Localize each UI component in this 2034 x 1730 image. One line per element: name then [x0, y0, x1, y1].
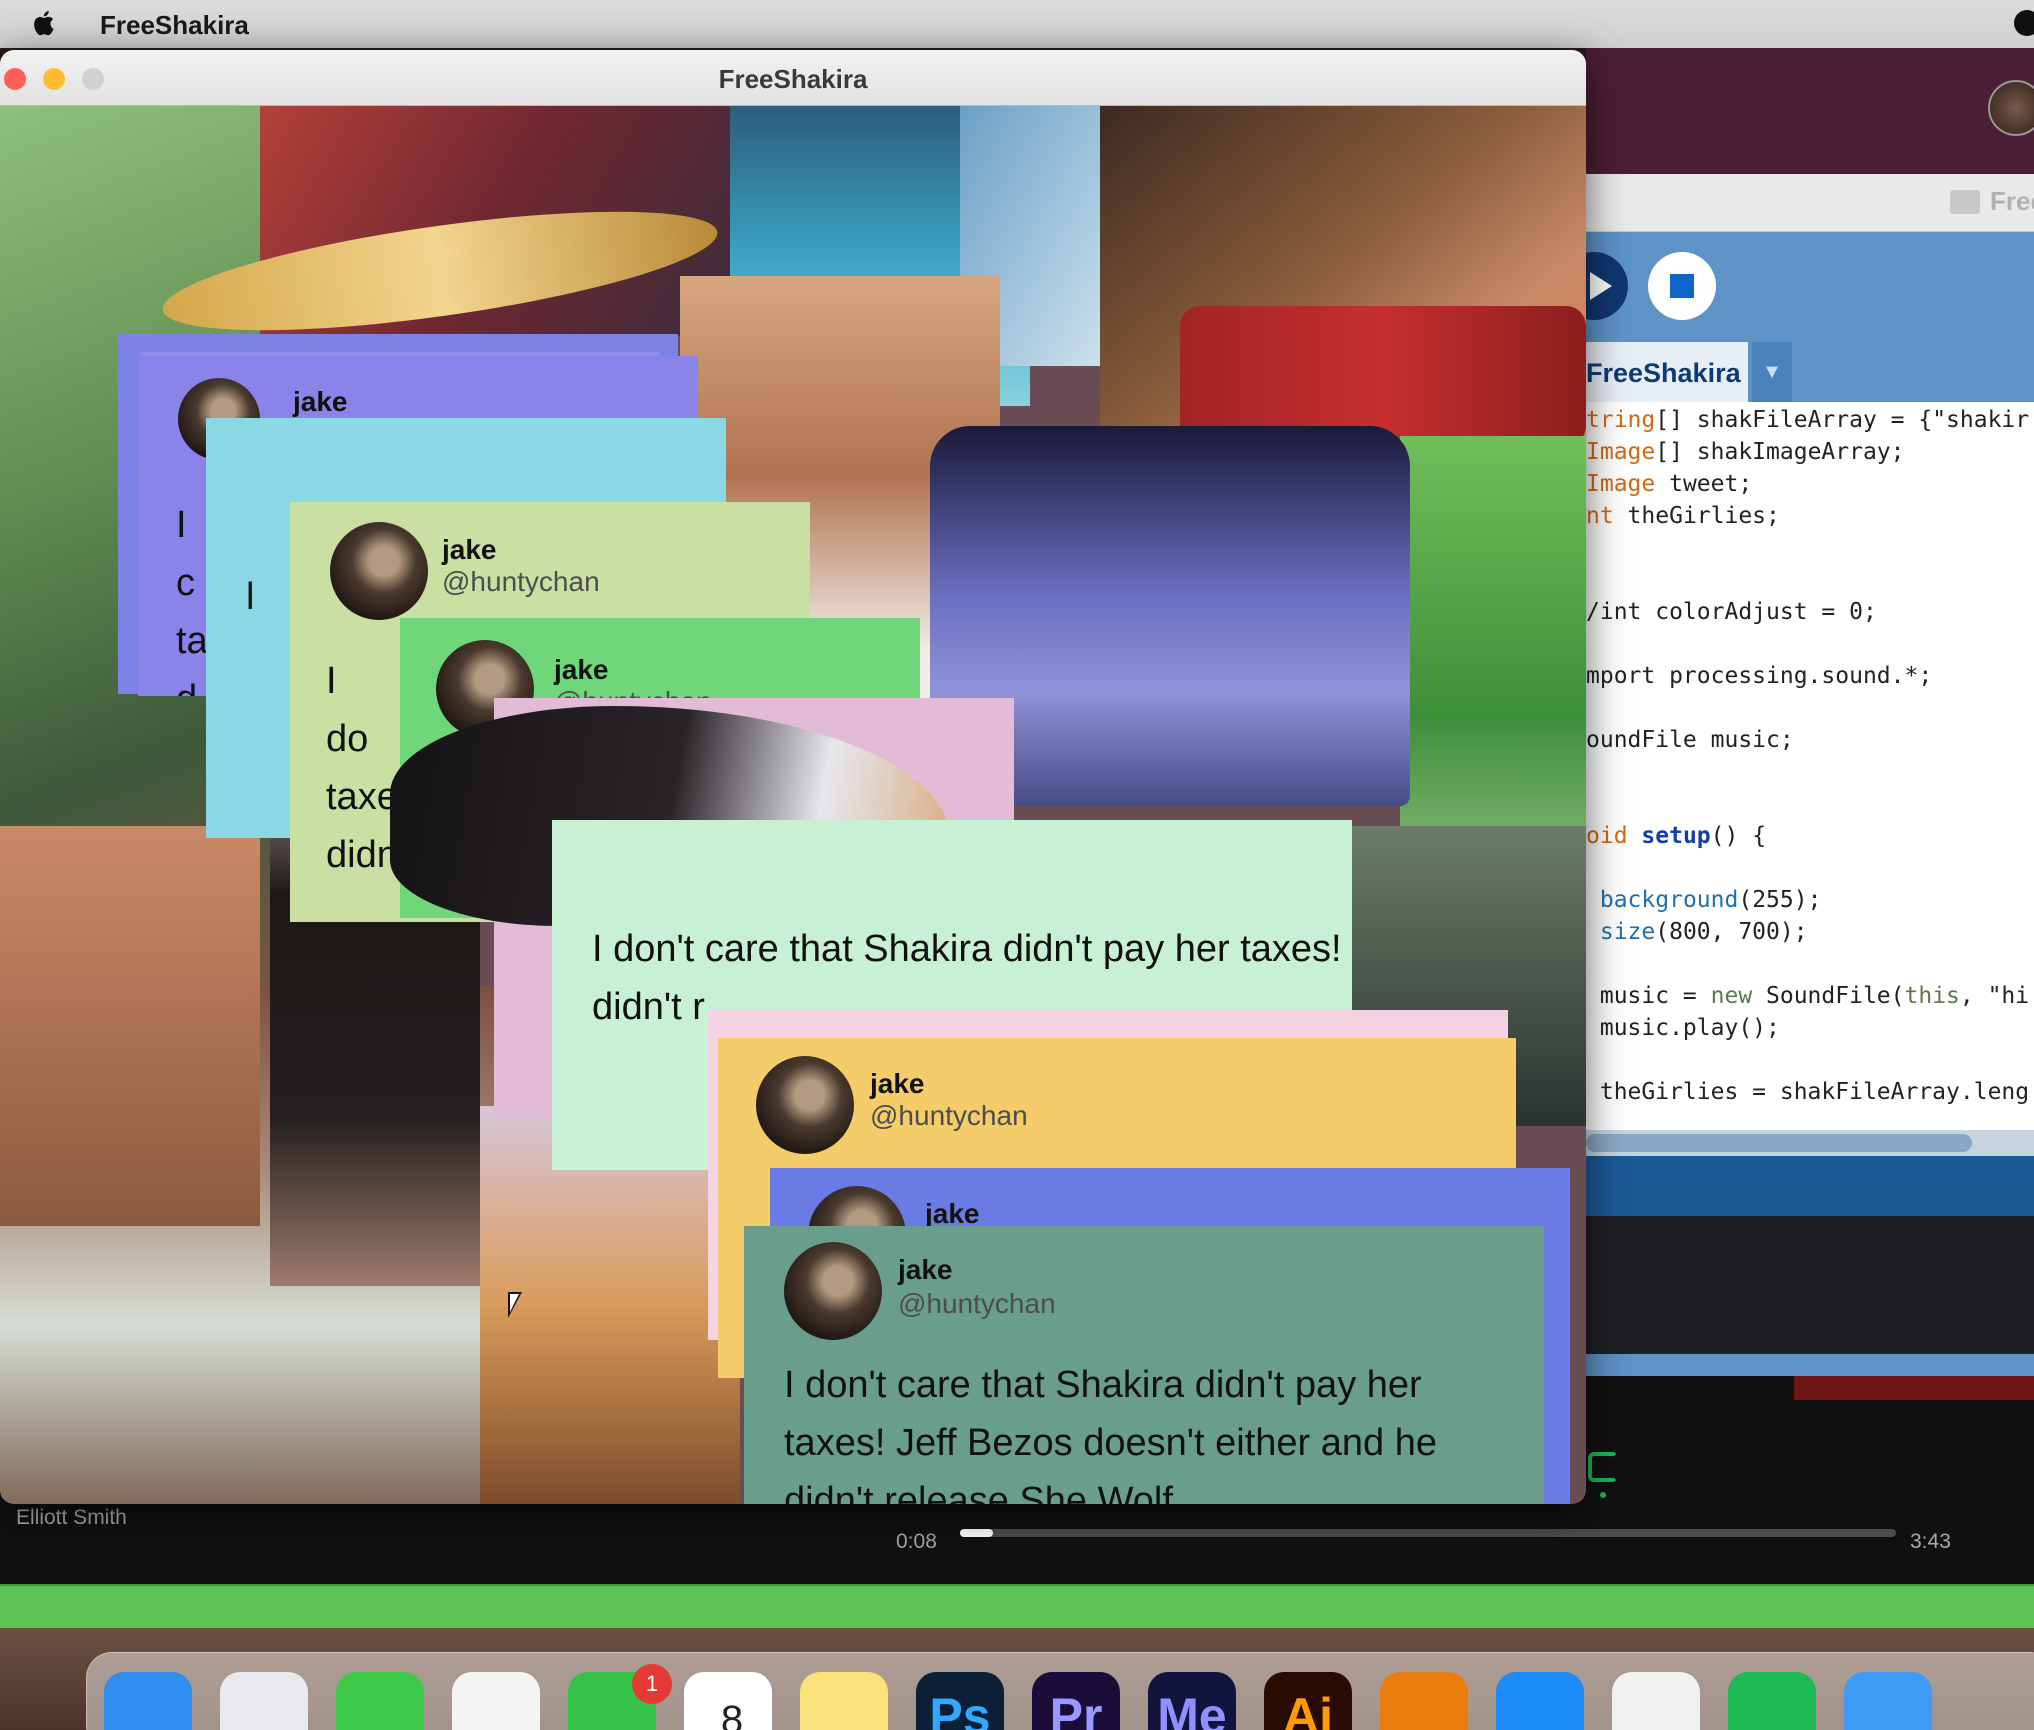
code-text[interactable]: tring[] shakFileArray = {"shakir Image[]… — [1586, 404, 2029, 1108]
dock-media-encoder-icon[interactable]: Me — [1148, 1672, 1236, 1730]
progress-fill — [960, 1529, 993, 1537]
stop-button[interactable] — [1648, 252, 1716, 320]
dock-illustrator-icon[interactable]: Ai — [1264, 1672, 1352, 1730]
repeat-active-dot — [1600, 1492, 1606, 1498]
apple-menu-icon[interactable] — [30, 8, 60, 38]
repeat-icon[interactable] — [1588, 1452, 1618, 1482]
dock-photoshop-icon[interactable]: Ps — [916, 1672, 1004, 1730]
status-icon[interactable] — [2014, 10, 2034, 36]
tweet-author-name: jake — [293, 386, 348, 417]
dock-mail-icon[interactable] — [1844, 1672, 1932, 1730]
tweet-handle: @huntychan — [442, 566, 600, 597]
tweet-author-name: jake — [442, 534, 497, 565]
collage-photo — [0, 826, 260, 1226]
dock-blender-icon[interactable] — [1380, 1672, 1468, 1730]
dock-finder-icon[interactable] — [104, 1672, 192, 1730]
ide-message-area — [1586, 1156, 2034, 1216]
ide-window-top — [1586, 48, 2034, 174]
window-title: FreeShakira — [718, 64, 868, 94]
sketch-window[interactable]: FreeShakira jake Ictad l — [0, 50, 1586, 1504]
playback-progress-bar[interactable] — [960, 1529, 1896, 1537]
total-time: 3:43 — [1910, 1530, 1951, 1553]
tweet-card[interactable]: jake @huntychan I don't care that Shakir… — [744, 1226, 1544, 1504]
calendar-day: 8 — [720, 1698, 744, 1730]
now-playing-banner — [0, 1584, 2034, 1628]
spotify-device-indicator[interactable] — [1794, 1376, 2034, 1400]
mouse-cursor-icon — [508, 1292, 522, 1318]
folder-icon — [1950, 190, 1980, 214]
collage-photo — [1180, 306, 1586, 446]
tweet-author-name: jake — [554, 654, 609, 685]
dock-messages-icon[interactable] — [336, 1672, 424, 1730]
ide-console — [1586, 1216, 2034, 1354]
menu-app-name[interactable]: FreeShakira — [100, 10, 249, 41]
tweet-text: I don't care that Shakira didn't pay her… — [784, 1364, 1437, 1504]
dock-notes-icon[interactable] — [800, 1672, 888, 1730]
code-editor[interactable]: tring[] shakFileArray = {"shakir Image[]… — [1586, 402, 2034, 1132]
tweet-author-name: jake — [870, 1068, 925, 1099]
editor-horizontal-scrollbar[interactable] — [1586, 1130, 2034, 1156]
menu-bar: FreeShakira — [0, 0, 2034, 48]
tab-freeshakira[interactable]: FreeShakira — [1586, 342, 1748, 402]
sketch-canvas[interactable]: jake Ictad l jake @huntychan Idotaxedidn… — [0, 106, 1586, 1504]
window-titlebar[interactable]: FreeShakira — [0, 50, 1586, 106]
facetime-notification-badge: 1 — [632, 1664, 672, 1704]
dock-chrome-icon[interactable] — [1612, 1672, 1700, 1730]
tweet-handle: @huntychan — [898, 1288, 1056, 1319]
calendar-month: NOV — [713, 1678, 751, 1697]
tweet-text: l — [246, 576, 255, 618]
scrollbar-thumb[interactable] — [1586, 1134, 1972, 1152]
ide-title: Free — [1990, 186, 2034, 216]
tweet-author-name: jake — [898, 1254, 953, 1285]
dock-launchpad-icon[interactable] — [220, 1672, 308, 1730]
dock-app-store-icon[interactable] — [1496, 1672, 1584, 1730]
ide-footer-tabs — [1586, 1354, 2034, 1398]
dock-premiere-pro-icon[interactable]: Pr — [1032, 1672, 1120, 1730]
tweet-handle: @huntychan — [870, 1100, 1028, 1131]
tab-menu-chevron-down-icon[interactable]: ▼ — [1752, 342, 1792, 402]
dock-spotify-icon[interactable] — [1728, 1672, 1816, 1730]
dock-photos-icon[interactable] — [452, 1672, 540, 1730]
elapsed-time: 0:08 — [896, 1530, 937, 1553]
now-playing-artist[interactable]: Elliott Smith — [16, 1506, 127, 1530]
